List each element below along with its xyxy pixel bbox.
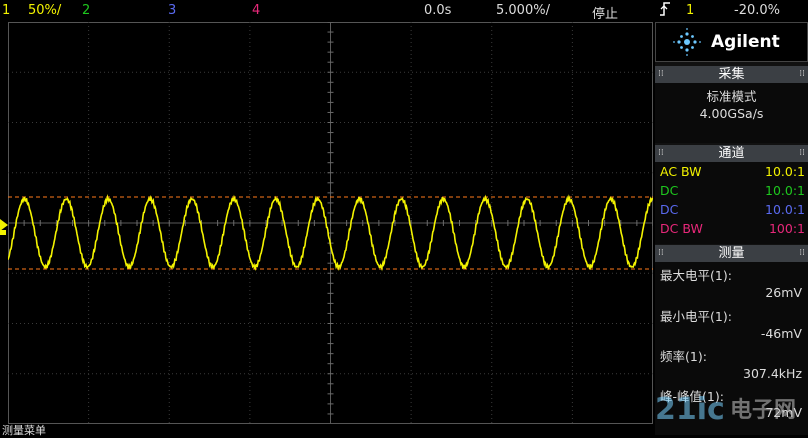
status-bar: 1 50%/ 2 3 4 0.0s 5.000%/ 停止 1 -20.0% [0,0,808,22]
watermark-brand: 21ic [655,392,725,427]
ch1-ground-marker [0,219,8,231]
measure-value-freq: 307.4kHz [743,366,802,381]
measure-label-max: 最大电平(1): [660,268,732,283]
agilent-spark-icon [672,27,702,61]
ch1-probe: 10.0:1 [765,164,805,179]
grip-dots-icon: ⁞⁞ [658,248,664,258]
channel-row-2[interactable]: DC 10.0:1 [655,183,808,203]
softkey-bar[interactable]: 测量菜单 [0,424,655,437]
acquire-mode: 标准模式 [706,89,757,104]
channels-header[interactable]: ⁞⁞ 通道 ⁞⁞ [655,145,808,162]
acquire-title: 采集 [718,67,745,82]
ch1-coupling: AC BW [660,164,702,179]
measure-header[interactable]: ⁞⁞ 测量 ⁞⁞ [655,245,808,262]
acquire-body: 标准模式 4.00GSa/s [655,83,808,143]
channel-row-4[interactable]: DC BW 100:1 [655,221,808,241]
measure-label-freq: 频率(1): [660,349,707,364]
grip-dots-icon: ⁞⁞ [658,148,664,158]
channel-row-3[interactable]: DC 10.0:1 [655,202,808,222]
ch2-coupling: DC [660,183,679,198]
top-markers [0,0,808,22]
acquire-header[interactable]: ⁞⁞ 采集 ⁞⁞ [655,66,808,83]
ch2-probe: 10.0:1 [765,183,805,198]
ch3-probe: 10.0:1 [765,202,805,217]
measure-value-min: -46mV [760,326,802,341]
measure-menu-label: 测量菜单 [2,424,46,437]
ch4-probe: 100:1 [768,221,805,236]
left-markers [0,219,8,235]
channels-body: AC BW 10.0:1 DC 10.0:1 DC 10.0:1 DC BW 1… [655,162,808,244]
grip-dots-icon: ⁞⁞ [658,69,664,79]
sample-rate: 4.00GSa/s [699,106,764,121]
ch3-coupling: DC [660,202,679,217]
brand-name: Agilent [711,32,780,52]
info-panel: Agilent ⁞⁞ 采集 ⁞⁞ 标准模式 4.00GSa/s ⁞⁞ 通道 ⁞⁞… [655,22,808,435]
grip-dots-icon: ⁞⁞ [799,69,805,79]
grip-dots-icon: ⁞⁞ [799,248,805,258]
watermark-sub: 电子网 [730,398,797,423]
waveform-display[interactable] [8,22,653,424]
channel-row-1[interactable]: AC BW 10.0:1 [655,164,808,184]
brand-header: Agilent [655,22,808,62]
channels-title: 通道 [718,146,745,161]
measure-value-max: 26mV [765,285,802,300]
grip-dots-icon: ⁞⁞ [799,148,805,158]
measure-label-min: 最小电平(1): [660,309,732,324]
measure-title: 测量 [718,246,745,261]
ch4-coupling: DC BW [660,221,703,236]
